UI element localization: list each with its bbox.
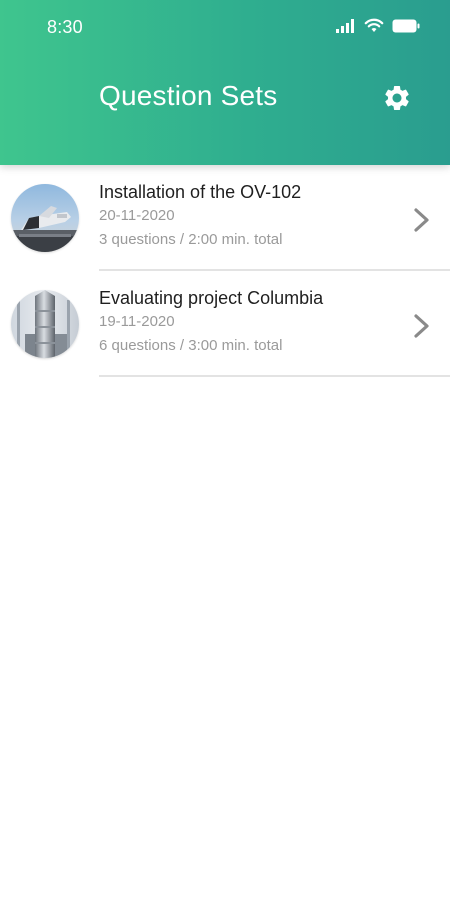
question-set-title: Installation of the OV-102 [99, 182, 302, 202]
question-sets-screen: 8:30 Question Sets Installation of the O… [0, 0, 450, 900]
gear-icon [385, 86, 409, 110]
space-shuttle-thumbnail [11, 184, 79, 252]
status-icons [336, 18, 420, 33]
list-item[interactable]: Installation of the OV-102 20-11-2020 3 … [0, 165, 450, 271]
question-set-date: 19-11-2020 [99, 313, 175, 330]
list-item[interactable]: Evaluating project Columbia 19-11-2020 6… [0, 271, 450, 377]
question-set-summary: 3 questions / 2:00 min. total [99, 231, 283, 248]
wifi-icon [364, 18, 384, 32]
chevron-right-icon [414, 314, 429, 338]
list-divider [99, 375, 450, 377]
question-set-info: Installation of the OV-102 20-11-2020 3 … [99, 181, 399, 249]
question-set-title: Evaluating project Columbia [99, 288, 324, 308]
app-header: 8:30 Question Sets [0, 0, 450, 165]
status-bar: 8:30 [0, 0, 450, 55]
question-set-info: Evaluating project Columbia 19-11-2020 6… [99, 287, 399, 355]
battery-icon [392, 19, 420, 32]
question-set-summary: 6 questions / 3:00 min. total [99, 337, 283, 354]
question-set-date: 20-11-2020 [99, 207, 175, 224]
question-set-list: Installation of the OV-102 20-11-2020 3 … [0, 165, 450, 377]
status-time: 8:30 [47, 17, 83, 37]
settings-button[interactable] [378, 79, 416, 117]
page-title: Question Sets [99, 80, 278, 111]
rocket-hangar-thumbnail [11, 290, 79, 358]
chevron-right-icon [414, 208, 429, 232]
cellular-signal-icon [336, 18, 354, 33]
